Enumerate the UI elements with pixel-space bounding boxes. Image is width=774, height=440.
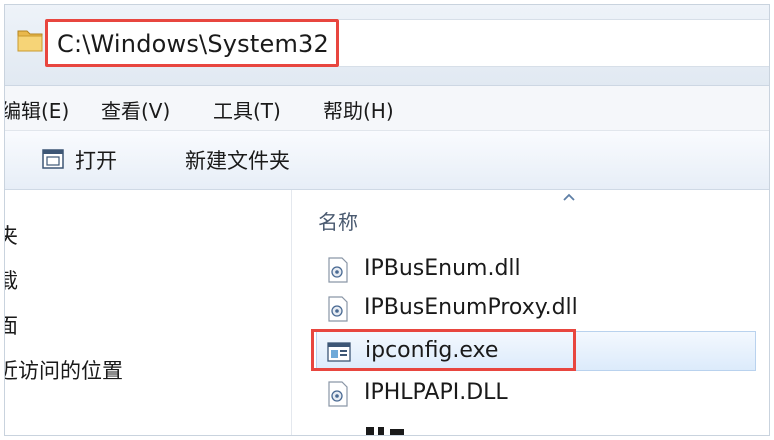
address-bar-empty-area[interactable] [339,19,769,67]
dll-file-icon [328,296,348,322]
file-row-partial [364,422,434,435]
address-bar[interactable]: C:\Windows\System32 [45,19,339,67]
address-path: C:\Windows\System32 [57,30,329,58]
cut-off-text [366,427,404,435]
file-name: IPHLPAPI.DLL [364,380,508,405]
file-row[interactable]: IPBusEnumProxy.dll [316,289,756,329]
file-row[interactable]: IPHLPAPI.DLL [316,374,756,414]
file-row-selected[interactable]: ipconfig.exe [316,331,756,371]
new-folder-button[interactable]: 新建文件夹 [185,145,290,175]
sort-ascending-icon [563,193,575,201]
column-name-label: 名称 [318,210,358,234]
file-name: ipconfig.exe [365,338,499,363]
file-name: IPBusEnum.dll [364,256,521,281]
dll-file-icon [328,257,348,283]
nav-item-recent-places[interactable]: 近访问的位置 [5,355,123,385]
file-row[interactable]: IPBusEnum.dll [316,250,756,290]
nav-item-desktop[interactable]: 面 [5,310,18,340]
open-icon [42,149,64,169]
explorer-window: C:\Windows\System32 编辑(E) 查看(V) 工具(T) 帮助… [4,4,770,436]
menu-help[interactable]: 帮助(H) [323,95,394,124]
command-toolbar: 打开 新建文件夹 [5,131,769,190]
exe-file-icon [327,342,351,362]
file-name: IPBusEnumProxy.dll [364,295,578,320]
nav-item-downloads[interactable]: 载 [5,265,18,295]
folder-icon [17,30,43,52]
menu-bar: 编辑(E) 查看(V) 工具(T) 帮助(H) [5,86,769,131]
menu-tools[interactable]: 工具(T) [213,95,281,124]
file-list: 名称 IPBusEnum.dll IPBusEnumProxy.dll ipco… [292,190,769,435]
dll-file-icon [328,381,348,407]
navigation-pane: 夹 载 面 近访问的位置 [5,190,292,435]
open-button[interactable]: 打开 [75,145,117,175]
menu-edit[interactable]: 编辑(E) [5,95,69,124]
nav-item-folders[interactable]: 夹 [5,220,18,250]
address-bar-row: C:\Windows\System32 [5,5,769,86]
column-header[interactable]: 名称 [292,190,769,238]
menu-view[interactable]: 查看(V) [101,95,170,124]
